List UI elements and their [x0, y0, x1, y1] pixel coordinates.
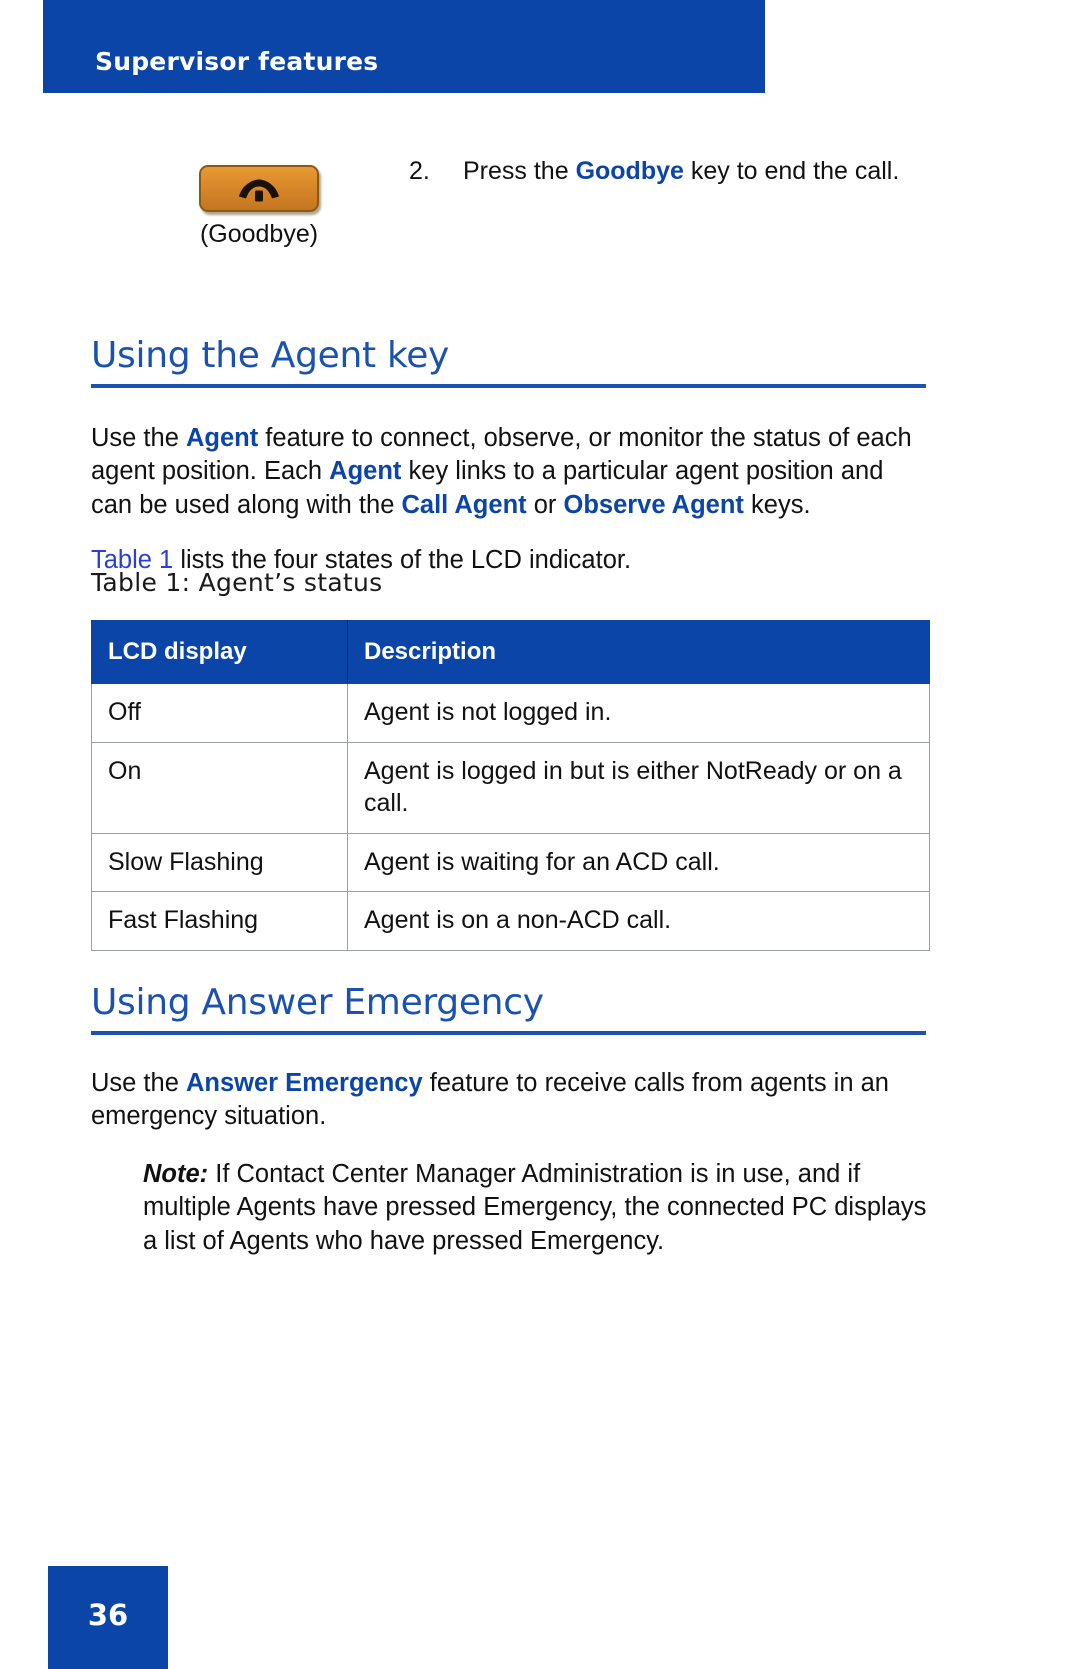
table-row: On Agent is logged in but is either NotR…	[91, 741, 930, 834]
table-row: Off Agent is not logged in.	[91, 683, 930, 743]
table-row: Slow Flashing Agent is waiting for an AC…	[91, 832, 930, 892]
page-header-band: Supervisor features	[43, 0, 765, 93]
text-run: keys.	[743, 491, 811, 520]
note-block: Note: If Contact Center Manager Administ…	[143, 1158, 933, 1260]
term-agent-1: Agent	[185, 423, 259, 452]
step-emphasis-goodbye: Goodbye	[575, 157, 684, 185]
step-text-after: key to end the call.	[683, 157, 900, 185]
column-header-description: Description	[347, 620, 930, 684]
note-label: Note:	[143, 1159, 209, 1188]
cell-description: Agent is waiting for an ACD call.	[347, 832, 930, 892]
goodbye-key-button[interactable]	[199, 165, 319, 212]
column-header-lcd-display: LCD display	[91, 620, 348, 684]
step-text-before: Press the	[463, 157, 576, 185]
note-text: If Contact Center Manager Administration…	[143, 1159, 927, 1256]
step-instruction: 2. Press the Goodbye key to end the call.	[409, 155, 929, 188]
paragraph-answer-emergency-intro: Use the Answer Emergency feature to rece…	[91, 1067, 929, 1135]
table-caption: Table 1: Agent’s status	[91, 568, 383, 597]
cell-lcd-display: Slow Flashing	[91, 832, 348, 892]
page-number: 36	[87, 1598, 129, 1632]
cell-lcd-display: On	[91, 741, 348, 834]
goodbye-key-caption: (Goodbye)	[199, 220, 319, 248]
step-number: 2.	[409, 157, 430, 185]
text-run: Use the	[91, 423, 186, 452]
term-call-agent: Call Agent	[401, 491, 527, 520]
cell-description: Agent is logged in but is either NotRead…	[347, 741, 930, 834]
term-answer-emergency: Answer Emergency	[185, 1068, 423, 1097]
text-run: or	[526, 491, 564, 520]
table-row: Fast Flashing Agent is on a non-ACD call…	[91, 891, 930, 951]
cell-lcd-display: Fast Flashing	[91, 891, 348, 951]
table-header-row: LCD display Description	[91, 620, 930, 684]
agent-status-table: LCD display Description Off Agent is not…	[91, 620, 930, 951]
text-run: Use the	[91, 1068, 186, 1097]
goodbye-key-illustration: (Goodbye)	[194, 165, 324, 249]
footer-page-number-block: 36	[48, 1566, 168, 1669]
section-heading-agent-key: Using the Agent key	[91, 335, 926, 388]
cell-description: Agent is not logged in.	[347, 683, 930, 743]
running-header-title: Supervisor features	[95, 47, 379, 76]
paragraph-agent-intro: Use the Agent feature to connect, observ…	[91, 422, 929, 524]
section-heading-answer-emergency: Using Answer Emergency	[91, 982, 926, 1035]
cell-lcd-display: Off	[91, 683, 348, 743]
cell-description: Agent is on a non-ACD call.	[347, 891, 930, 951]
term-agent-2: Agent	[329, 457, 402, 486]
term-observe-agent: Observe Agent	[563, 491, 744, 520]
